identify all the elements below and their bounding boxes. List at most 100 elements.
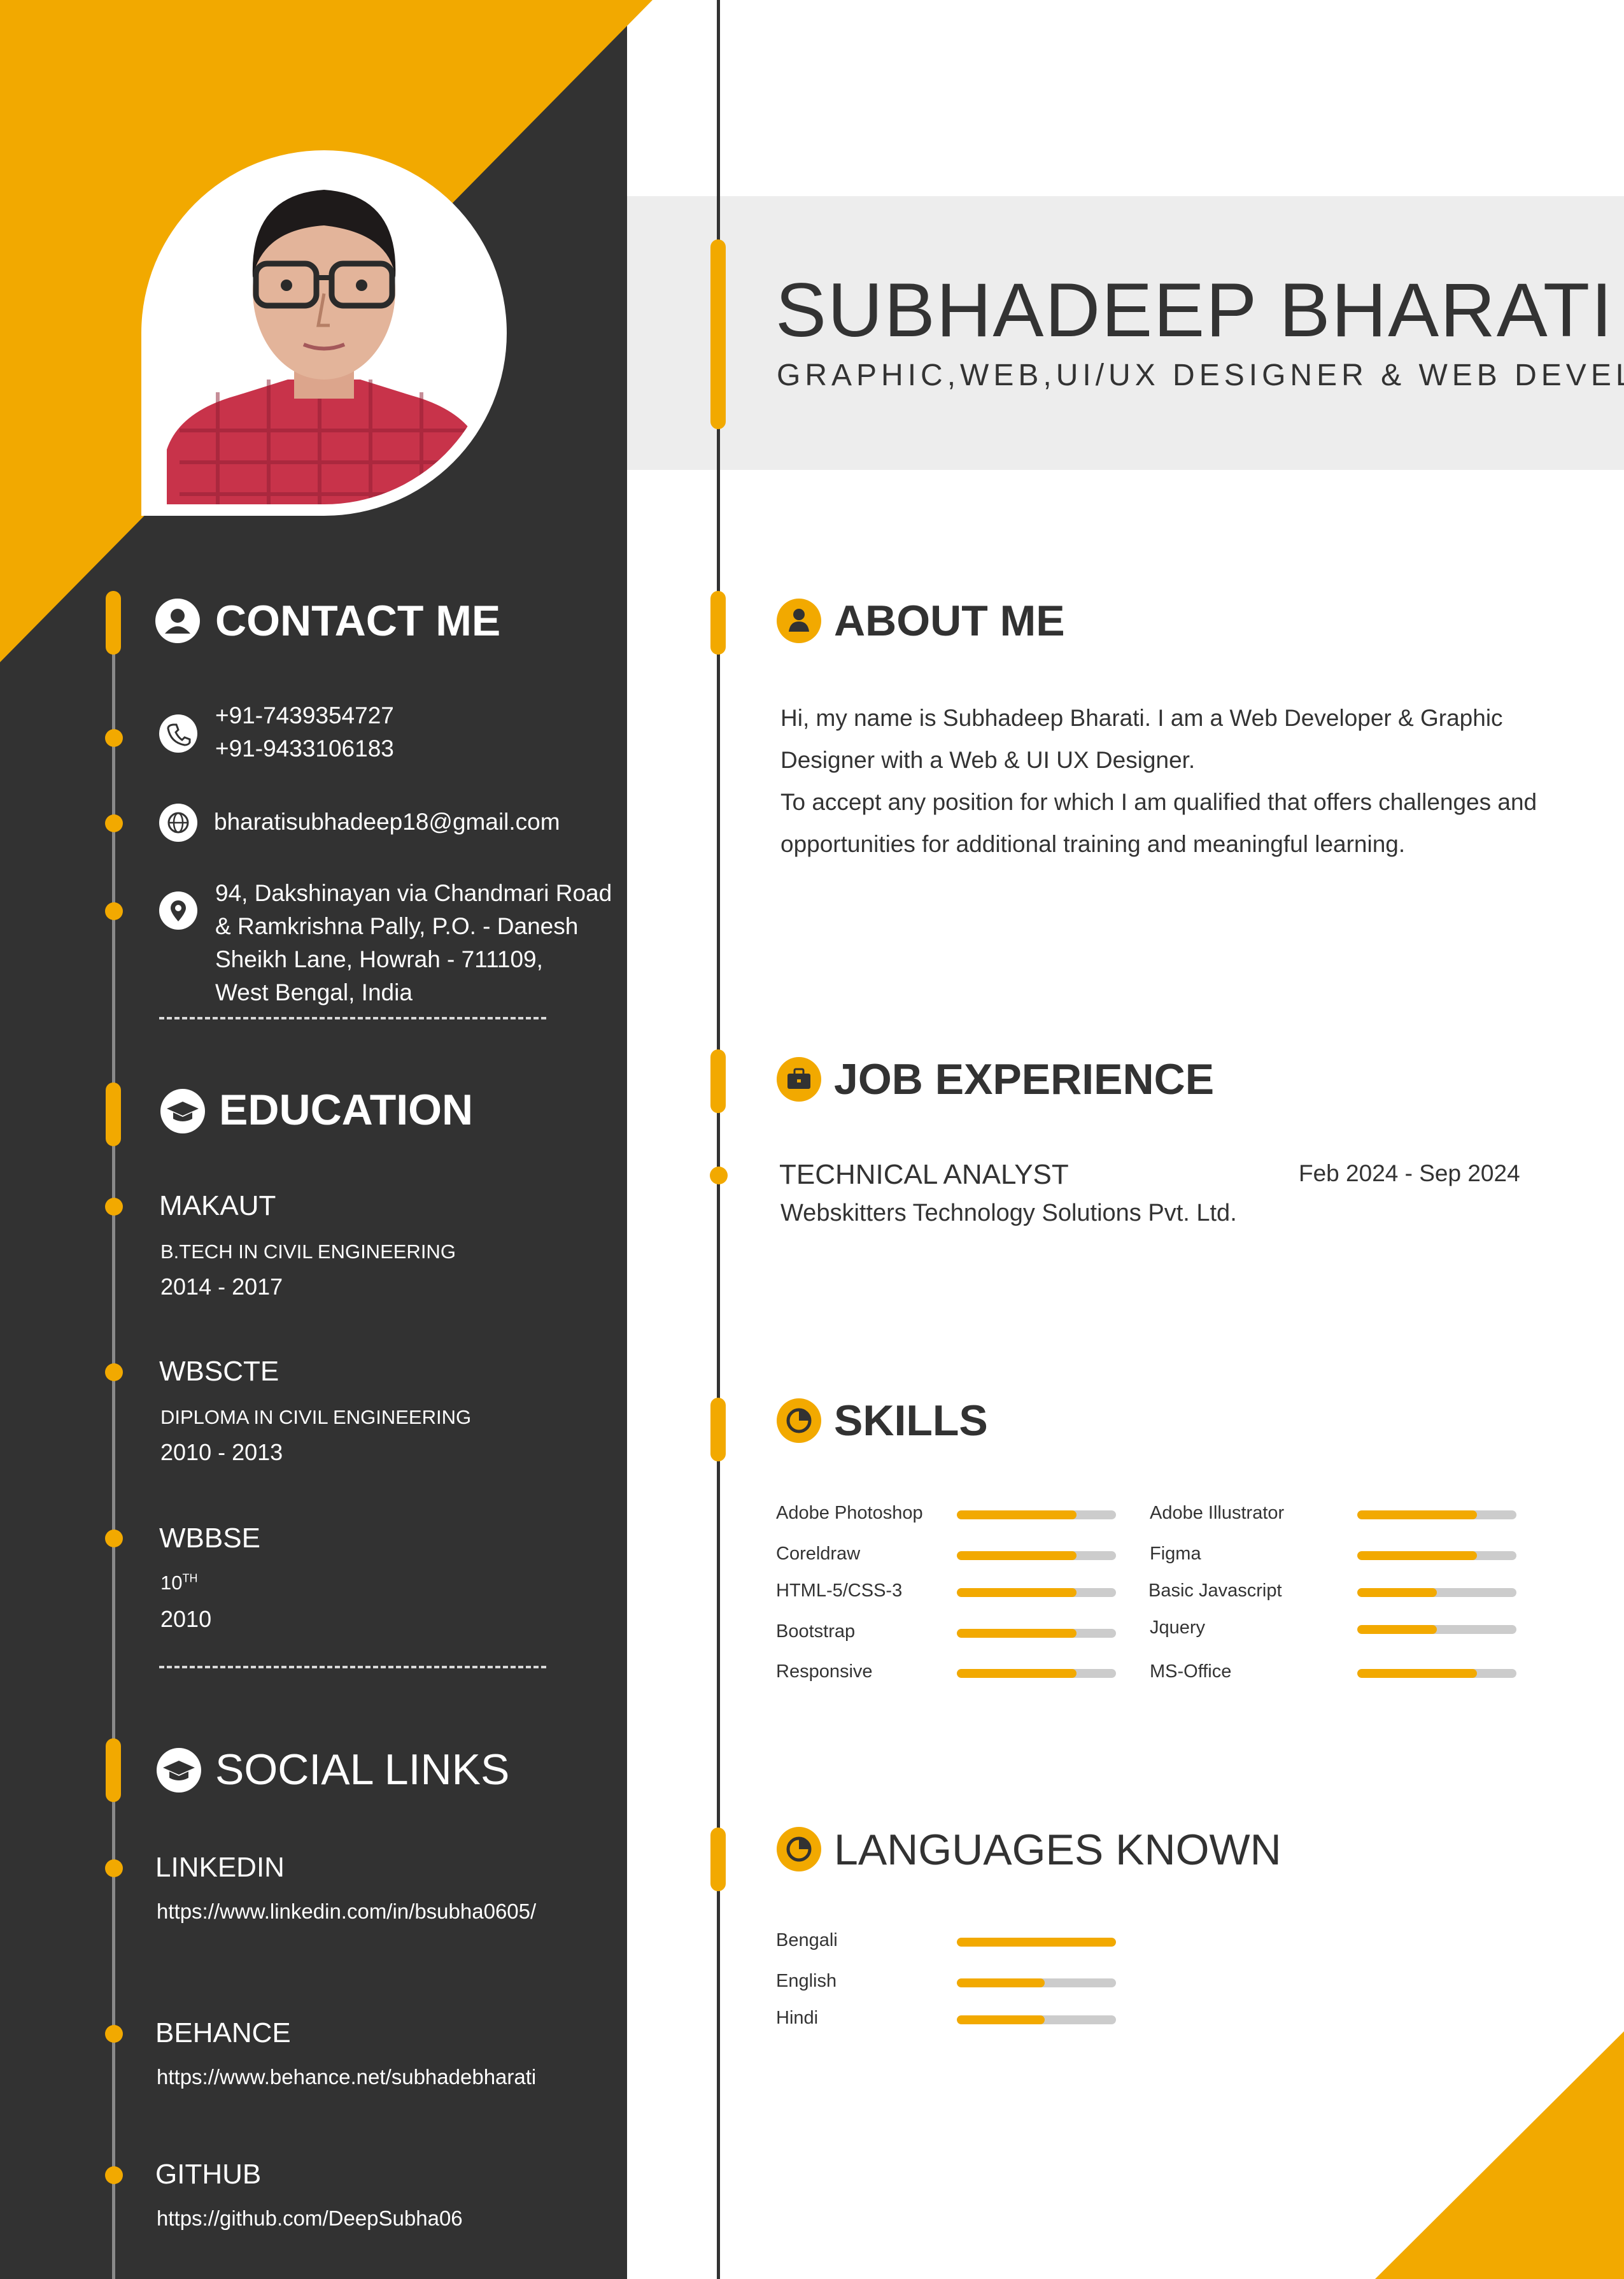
language-label: Hindi [776,2008,819,2028]
profile-photo [141,150,507,516]
about-paragraph: Hi, my name is Subhadeep Bharati. I am a… [780,705,1503,773]
behance-link[interactable]: https://www.behance.net/subhadebharati [157,2065,536,2089]
skill-bar-fill [1357,1510,1477,1519]
briefcase-icon [777,1057,821,1102]
linkedin-link[interactable]: https://www.linkedin.com/in/bsubha0605/ [157,1899,536,1924]
user-icon [155,599,200,643]
education-institution: WBSCTE [159,1356,279,1387]
candidate-title: GRAPHIC,WEB,UI/UX DESIGNER & WEB DEVELOP… [777,359,1624,392]
timeline-dot [105,814,123,832]
pie-chart-icon [777,1398,821,1443]
skill-bar [1357,1510,1516,1519]
contact-heading: CONTACT ME [215,597,501,645]
candidate-name: SUBHADEEP BHARATI [775,267,1614,353]
contact-section-marker [106,591,121,655]
skill-bar [957,1669,1116,1678]
location-pin-icon [159,891,197,930]
education-institution: MAKAUT [159,1190,276,1221]
language-bar-fill [957,1938,1116,1947]
language-label: English [776,1971,837,1991]
skill-bar [957,1629,1116,1638]
timeline-dot [105,2166,123,2184]
education-heading: EDUCATION [219,1086,474,1134]
skill-bar [957,1588,1116,1597]
person-icon [777,599,821,643]
social-section-marker [106,1738,121,1802]
timeline-dot [105,902,123,920]
globe-icon [159,804,197,842]
email-link[interactable]: bharatisubhadeep18@gmail.com [214,806,560,839]
timeline-dot [105,1363,123,1381]
divider [159,1017,546,1019]
timeline-dot [105,1859,123,1877]
skill-bar-fill [957,1588,1077,1597]
skill-bar [1357,1625,1516,1634]
skill-bar [957,1551,1116,1560]
job-role: TECHNICAL ANALYST [779,1159,1069,1190]
language-label: Bengali [776,1930,838,1950]
language-bar-fill [957,1978,1045,1987]
graduation-cap-icon [157,1748,201,1793]
skill-bar-fill [1357,1669,1477,1678]
timeline-dot [105,2025,123,2043]
skill-bar [1357,1551,1516,1560]
skill-label: Figma [1150,1544,1201,1564]
education-degree: DIPLOMA IN CIVIL ENGINEERING [160,1406,472,1428]
phone-number[interactable]: +91-7439354727 [215,699,394,732]
language-bar [957,1938,1116,1947]
languages-heading: LANGUAGES KNOWN [834,1826,1282,1874]
skill-label: Adobe Photoshop [776,1503,923,1523]
social-name-behance: BEHANCE [155,2017,291,2048]
job-company: Webskitters Technology Solutions Pvt. Lt… [780,1200,1237,1226]
social-name-linkedin: LINKEDIN [155,1852,285,1883]
header-marker [710,239,726,429]
skill-label: Responsive [776,1661,873,1682]
accent-wedge-bottom [1375,2031,1624,2279]
education-institution: WBBSE [159,1523,260,1554]
address-line: Sheikh Lane, Howrah - 711109, [215,946,543,972]
skill-bar [1357,1669,1516,1678]
address-line: 94, Dakshinayan via Chandmari Road [215,880,612,906]
github-link[interactable]: https://github.com/DeepSubha06 [157,2206,463,2231]
skill-bar [1357,1588,1516,1597]
phone-number[interactable]: +91-9433106183 [215,732,394,765]
timeline-dot [105,1530,123,1547]
timeline-dot [710,1167,728,1184]
skill-bar [957,1510,1116,1519]
social-name-github: GITHUB [155,2159,262,2190]
education-section-marker [106,1083,121,1146]
experience-heading: JOB EXPERIENCE [834,1055,1215,1104]
resume-page: CONTACT ME +91-7439354727 +91-9433106183… [0,0,1624,2279]
skill-label: Basic Javascript [1148,1580,1282,1601]
address-line: & Ramkrishna Pally, P.O. - Danesh [215,913,579,939]
education-years: 2010 [160,1606,212,1632]
skill-label: MS-Office [1150,1661,1232,1682]
experience-section-marker [710,1049,726,1113]
skill-label: HTML-5/CSS-3 [776,1580,903,1601]
divider [159,1666,546,1668]
social-heading: SOCIAL LINKS [215,1745,510,1794]
language-bar [957,1978,1116,1987]
about-heading: ABOUT ME [834,597,1065,645]
job-dates: Feb 2024 - Sep 2024 [1299,1160,1520,1186]
skill-bar-fill [1357,1588,1437,1597]
language-bar [957,2015,1116,2024]
education-years: 2014 - 2017 [160,1274,283,1300]
languages-section-marker [710,1828,726,1891]
language-bar-fill [957,2015,1045,2024]
education-years: 2010 - 2013 [160,1439,283,1465]
about-text: Hi, my name is Subhadeep Bharati. I am a… [780,697,1538,865]
pie-chart-icon [777,1827,821,1871]
skill-bar-fill [957,1629,1077,1638]
skill-bar-fill [1357,1551,1477,1560]
timeline-dot [105,1198,123,1216]
skill-label: Bootstrap [776,1621,856,1642]
about-paragraph: To accept any position for which I am qu… [780,789,1537,857]
timeline-dot [105,729,123,747]
skills-heading: SKILLS [834,1396,988,1445]
skill-bar-fill [957,1669,1077,1678]
skills-section-marker [710,1398,726,1461]
skill-label: Adobe Illustrator [1150,1503,1285,1523]
skill-bar-fill [957,1551,1077,1560]
education-degree: 10TH [160,1572,198,1594]
